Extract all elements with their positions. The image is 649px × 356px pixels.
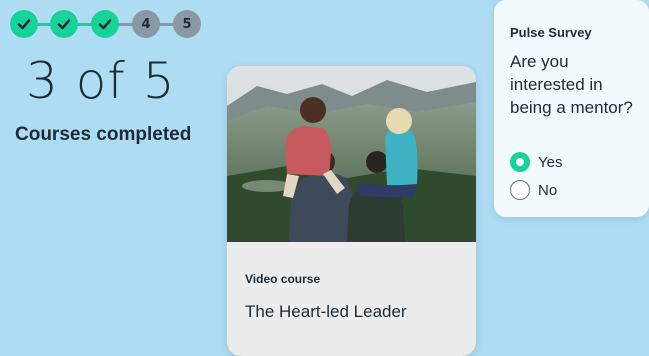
progress-stepper: 4 5 [10, 10, 205, 40]
step-4: 4 [132, 10, 160, 38]
courses-count: 3 of 5 [26, 52, 176, 110]
option-label: Yes [538, 153, 563, 171]
video-thumbnail [227, 66, 476, 242]
step-number: 4 [141, 16, 151, 32]
checkmark-icon [98, 19, 112, 30]
step-3 [91, 10, 119, 38]
radio-empty-icon[interactable] [510, 180, 530, 200]
courses-caption: Courses completed [15, 124, 192, 145]
survey-question: Are you interested in being a mentor? [510, 52, 633, 117]
checkmark-icon [17, 19, 31, 30]
video-course-card[interactable]: Video course The Heart-led Leader [227, 66, 476, 356]
step-number: 5 [182, 16, 192, 32]
course-type-label: Video course [245, 272, 321, 286]
step-5: 5 [173, 10, 201, 38]
option-label: No [538, 181, 558, 199]
pulse-survey-card: Pulse Survey Are you interested in being… [494, 0, 649, 217]
course-title: The Heart-led Leader [245, 302, 407, 321]
survey-option-no[interactable]: No [510, 180, 557, 200]
radio-selected-icon[interactable] [510, 152, 530, 172]
checkmark-icon [57, 19, 71, 30]
step-1 [10, 10, 38, 38]
step-2 [50, 10, 78, 38]
survey-heading: Pulse Survey [510, 25, 592, 40]
survey-option-yes[interactable]: Yes [510, 152, 562, 172]
